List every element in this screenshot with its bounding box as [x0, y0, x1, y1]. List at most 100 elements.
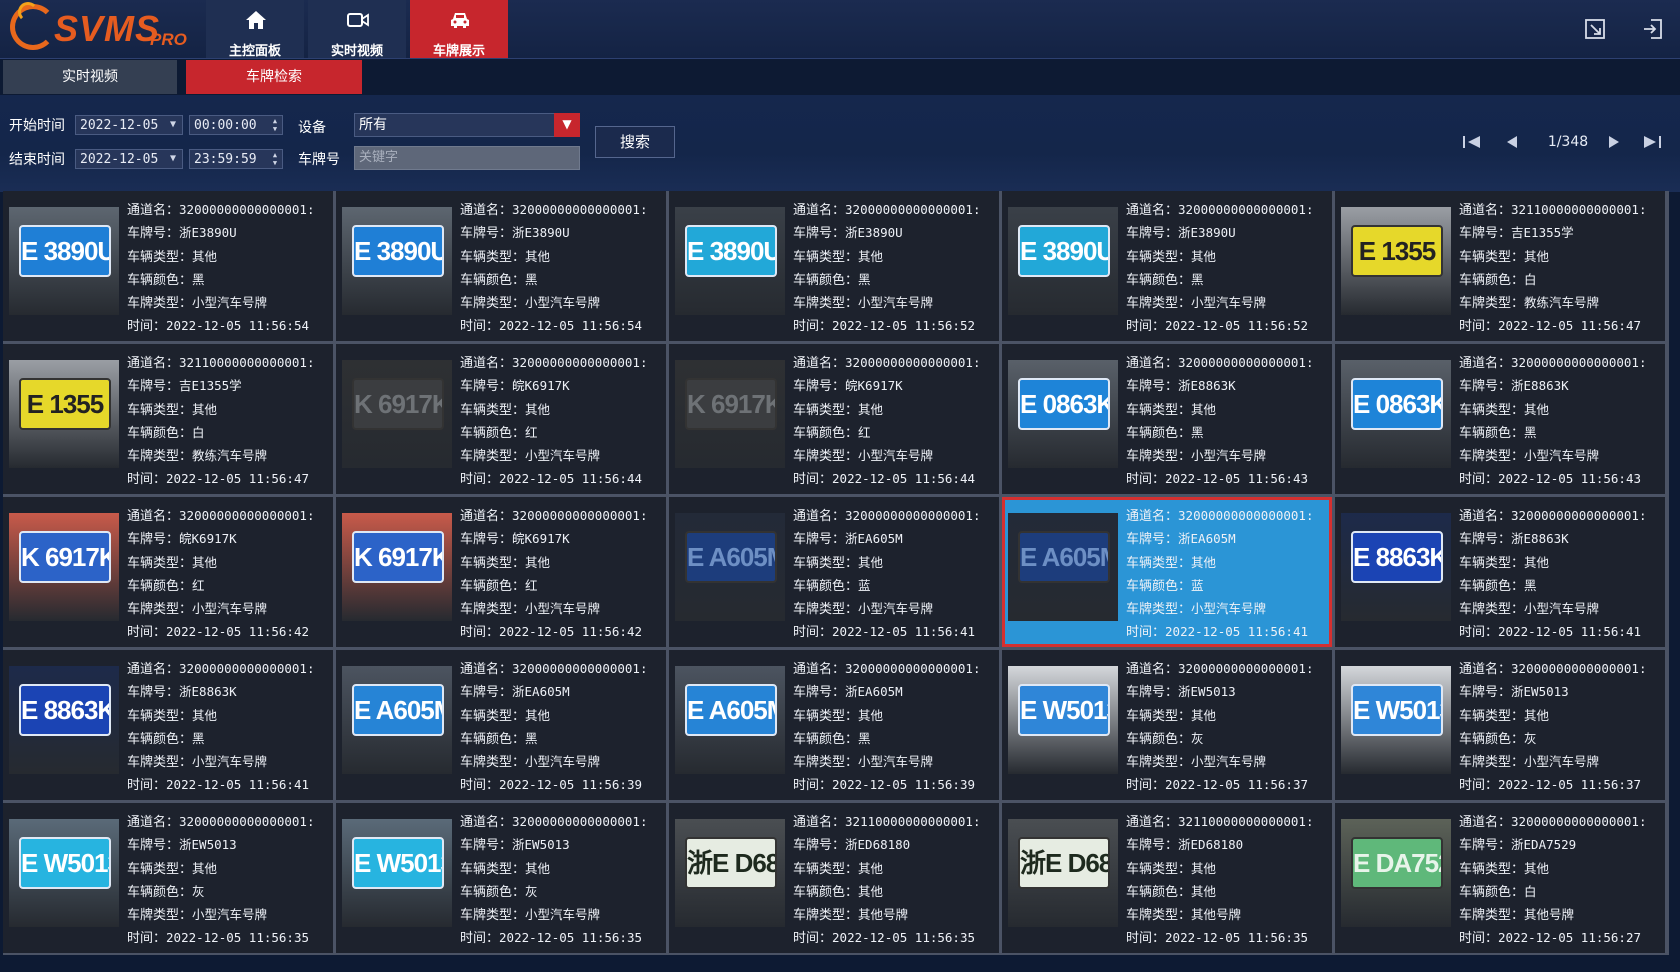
field-value: 2022-12-05 11:56:52 [832, 318, 976, 334]
record-channel: 通道名：32110000000000001: [793, 810, 997, 833]
plate-record-card[interactable]: E 1355 通道名：32110000000000001: 车牌号：吉E1355学车… [1335, 191, 1665, 341]
plate-record-card[interactable]: E 0863K 通道名：32000000000000001: 车牌号：浙E8863K… [1002, 344, 1332, 494]
plate-record-card[interactable]: E DA7529通道名：32000000000000001:车牌号：浙EDA75… [1335, 803, 1665, 953]
field-label: 通道名： [127, 356, 180, 371]
record-vehicle-type: 车辆类型：其他 [127, 245, 331, 268]
field-label: 车辆类型： [793, 708, 859, 724]
field-value: 小型汽车号牌 [858, 448, 934, 464]
field-label: 车牌类型： [1459, 449, 1525, 465]
field-label: 时间： [1459, 319, 1499, 335]
plate-record-card[interactable]: K 6917K 通道名：32000000000000001: 车牌号：皖K6917K… [336, 497, 666, 647]
plate-record-card[interactable]: E A605M通道名：32000000000000001:车牌号：浙EA605M… [669, 650, 999, 800]
first-page-icon[interactable] [1462, 135, 1482, 149]
plate-record-card[interactable]: E 1355 通道名：32110000000000001: 车牌号：吉E1355学车… [3, 344, 333, 494]
plate-snapshot-text: E 1355 [1351, 225, 1443, 277]
next-page-icon[interactable] [1608, 135, 1620, 149]
chevron-down-icon[interactable]: ▼ [554, 113, 580, 137]
field-label: 时间： [460, 778, 500, 794]
plate-record-card[interactable]: K 6917K 通道名：32000000000000001: 车牌号：皖K6917K… [3, 497, 333, 647]
plate-record-card[interactable]: E A605M通道名：32000000000000001:车牌号：浙EA605M… [669, 497, 999, 647]
app-logo: SVMS PRO [10, 2, 200, 56]
plate-record-card[interactable]: E 8863K 通道名：32000000000000001: 车牌号：浙E8863K… [3, 650, 333, 800]
field-label: 车辆类型： [1459, 402, 1525, 418]
plate-snapshot-image: E 8863K [1341, 513, 1451, 621]
end-date-picker[interactable]: 2022-12-05 ▼ [75, 149, 183, 169]
field-label: 通道名： [127, 509, 180, 524]
record-info: 通道名：32000000000000001: 车牌号：皖K6917K 车辆类型：其他… [793, 351, 997, 491]
plate-snapshot-text: K 6917K [19, 531, 111, 583]
field-value: 其他 [192, 401, 218, 417]
field-value: 小型汽车号牌 [1524, 754, 1600, 770]
logout-icon[interactable] [1642, 18, 1664, 40]
device-select[interactable]: 所有 ▼ [354, 113, 580, 137]
field-value: 白 [1524, 271, 1537, 287]
plate-record-card[interactable]: E 3890U 通道名：32000000000000001: 车牌号：浙E3890U… [1002, 191, 1332, 341]
search-panel [0, 95, 1680, 192]
spinner-icon[interactable]: ▲ ▼ [270, 117, 280, 133]
subtab-live-video[interactable]: 实时视频 [3, 60, 177, 94]
field-value: 其他 [525, 707, 551, 723]
field-value: 黑 [1524, 424, 1537, 440]
field-label: 车辆类型： [1126, 861, 1192, 877]
field-label: 通道名： [1459, 815, 1512, 830]
field-label: 车牌类型： [793, 296, 859, 312]
field-label: 车牌号： [460, 685, 513, 701]
field-value: 小型汽车号牌 [858, 295, 934, 311]
plate-keyword-input[interactable]: 关键字 [354, 146, 580, 170]
plate-record-card[interactable]: E 0863K 通道名：32000000000000001: 车牌号：浙E8863K… [1335, 344, 1665, 494]
fullscreen-icon[interactable] [1584, 18, 1606, 40]
field-value: 32110000000000001: [179, 355, 315, 370]
plate-record-card[interactable]: E A605M通道名：32000000000000001:车牌号：浙EA605M… [1002, 497, 1332, 647]
field-label: 时间： [793, 625, 833, 641]
field-label: 时间： [127, 472, 167, 488]
field-label: 车辆类型： [793, 249, 859, 265]
plate-record-card[interactable]: E 3890U 通道名：32000000000000001: 车牌号：浙E3890U… [336, 191, 666, 341]
plate-record-card[interactable]: 浙E D68180通道名：32110000000000001:车牌号：浙ED68… [1002, 803, 1332, 953]
previous-page-icon[interactable] [1506, 135, 1518, 149]
nav-tab-plate-display[interactable]: 车牌展示 [410, 0, 508, 59]
record-vehicle-type: 车辆类型：其他 [793, 704, 997, 727]
record-channel: 通道名：32000000000000001: [1459, 657, 1663, 680]
nav-tab-live-video[interactable]: 实时视频 [308, 0, 406, 59]
chevron-down-icon[interactable]: ▼ [166, 117, 180, 133]
plate-snapshot-text: E 3890U [1018, 225, 1110, 277]
spinner-icon[interactable]: ▲ ▼ [270, 151, 280, 167]
plate-record-card[interactable]: 浙E D68180通道名：32110000000000001:车牌号：浙ED68… [669, 803, 999, 953]
plate-snapshot-text: E 8863K [1351, 531, 1443, 583]
field-label: 车牌类型： [127, 755, 193, 771]
field-value: 其他 [1191, 248, 1217, 264]
record-vehicle-color: 车辆颜色：红 [460, 421, 664, 444]
plate-record-card[interactable]: E 8863K 通道名：32000000000000001: 车牌号：浙E8863K… [1335, 497, 1665, 647]
last-page-icon[interactable] [1642, 135, 1662, 149]
record-vehicle-color: 车辆颜色：红 [793, 421, 997, 444]
plate-snapshot-image: E 0863K [1341, 360, 1451, 468]
chevron-down-icon[interactable]: ▼ [166, 151, 180, 167]
record-plate-type: 车牌类型：小型汽车号牌 [127, 291, 331, 314]
subtab-plate-search[interactable]: 车牌检索 [186, 60, 362, 94]
plate-record-card[interactable]: E W5013 通道名：32000000000000001: 车牌号：浙EW5013… [3, 803, 333, 953]
plate-record-card[interactable]: E W5013 通道名：32000000000000001: 车牌号：浙EW5013… [336, 803, 666, 953]
field-label: 车牌号： [1459, 379, 1512, 395]
start-date-picker[interactable]: 2022-12-05 ▼ [75, 115, 183, 135]
field-label: 车牌类型： [1459, 755, 1525, 771]
field-label: 车辆颜色： [793, 272, 859, 288]
plate-record-card[interactable]: K 6917K 通道名：32000000000000001: 车牌号：皖K6917K… [669, 344, 999, 494]
field-value: 2022-12-05 11:56:54 [499, 318, 643, 334]
plate-record-card[interactable]: E 3890U 通道名：32000000000000001: 车牌号：浙E3890U… [3, 191, 333, 341]
nav-tab-dashboard[interactable]: 主控面板 [206, 0, 304, 59]
search-button[interactable]: 搜索 [595, 126, 675, 158]
plate-record-card[interactable]: K 6917K 通道名：32000000000000001: 车牌号：皖K6917K… [336, 344, 666, 494]
field-value: 32000000000000001: [1511, 814, 1647, 829]
plate-record-card[interactable]: E W5013 通道名：32000000000000001: 车牌号：浙EW5013… [1335, 650, 1665, 800]
plate-record-card[interactable]: E 3890U 通道名：32000000000000001: 车牌号：浙E3890U… [669, 191, 999, 341]
field-label: 车辆颜色： [127, 731, 193, 747]
plate-record-card[interactable]: E W5013 通道名：32000000000000001: 车牌号：浙EW5013… [1002, 650, 1332, 800]
start-time-input[interactable]: 00:00:00 ▲ ▼ [189, 115, 283, 135]
record-time: 时间：2022-12-05 11:56:54 [460, 314, 664, 337]
record-vehicle-type: 车辆类型：其他 [1459, 704, 1663, 727]
field-value: 2022-12-05 11:56:35 [1165, 930, 1309, 946]
record-info: 通道名：32000000000000001: 车牌号：浙E8863K 车辆类型：其他… [1459, 351, 1663, 491]
end-time-input[interactable]: 23:59:59 ▲ ▼ [189, 149, 283, 169]
plate-record-card[interactable]: E A605M通道名：32000000000000001:车牌号：浙EA605M… [336, 650, 666, 800]
field-label: 时间： [1126, 472, 1166, 488]
